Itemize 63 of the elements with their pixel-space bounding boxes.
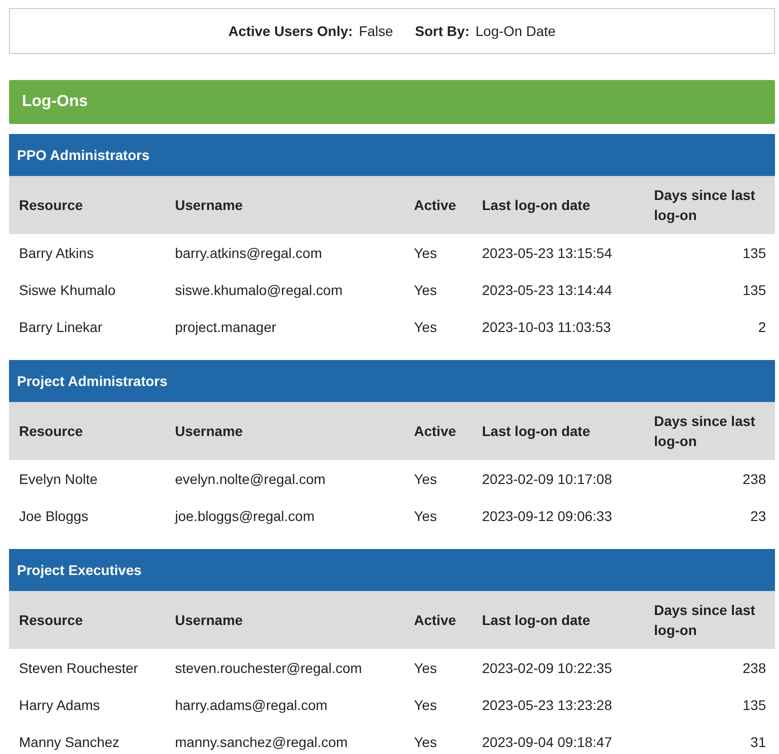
column-header: Username — [175, 422, 244, 441]
table-cell-text: project.manager — [175, 318, 278, 334]
table-cell-text: Yes — [414, 282, 438, 298]
table-cell-text: 135 — [742, 696, 766, 712]
table-cell-text: 2023-02-09 10:22:35 — [482, 660, 613, 676]
column-header: Resource — [19, 611, 84, 630]
table-cell-text: 2023-09-04 09:18:47 — [482, 734, 613, 750]
table-cell-text: Yes — [414, 696, 438, 712]
column-header: Active — [414, 422, 458, 441]
table-cell-text: 2 — [757, 318, 766, 334]
group-header: Project Executives — [9, 549, 775, 591]
table-cell-text: Steven Rouchester — [19, 660, 140, 676]
filter-value: Log-On Date — [476, 23, 556, 39]
table-cell-text: Yes — [414, 734, 438, 750]
column-header: Days since last log-on — [654, 412, 756, 451]
table-cell-text: siswe.khumalo@regal.com — [175, 282, 344, 298]
table-cell-text: Yes — [414, 470, 438, 486]
table-cell-text: evelyn.nolte@regal.com — [175, 470, 326, 486]
table-cell-text: 135 — [742, 244, 766, 260]
table-cell-text: 2023-10-03 11:03:53 — [482, 318, 612, 334]
column-header: Days since last log-on — [654, 601, 756, 640]
table-cell-text: Manny Sanchez — [19, 734, 120, 750]
table-cell-text: Evelyn Nolte — [19, 470, 99, 486]
table-cell-text: joe.bloggs@regal.com — [175, 508, 316, 524]
column-header: Active — [414, 611, 458, 630]
filter-value: False — [358, 23, 394, 39]
table-cell-text: 23 — [749, 508, 766, 524]
table-cell-text: steven.rouchester@regal.com — [175, 660, 363, 676]
filter-label: Active Users Only: — [228, 23, 353, 39]
table-cell-text: Harry Adams — [19, 696, 101, 712]
table-cell-text: Yes — [414, 508, 438, 524]
group-header: PPO Administrators — [9, 134, 775, 176]
table-cell-text: 2023-05-23 13:23:28 — [482, 696, 613, 712]
column-header: Last log-on date — [482, 422, 592, 441]
group-header: Project Administrators — [9, 360, 775, 402]
table-cell-text: 2023-02-09 10:17:08 — [482, 470, 613, 486]
table-cell-text: 31 — [749, 734, 766, 750]
table-cell-text: harry.adams@regal.com — [175, 696, 328, 712]
column-header: Username — [175, 196, 244, 215]
column-header: Username — [175, 611, 244, 630]
table-cell-text: Barry Atkins — [19, 244, 95, 260]
table-cell-text: Joe Bloggs — [19, 508, 90, 524]
table-cell-text: Siswe Khumalo — [19, 282, 116, 298]
table-cell-text: barry.atkins@regal.com — [175, 244, 323, 260]
table-cell-text: manny.sanchez@regal.com — [175, 734, 349, 750]
column-header: Resource — [19, 196, 84, 215]
table-cell-text: Yes — [414, 318, 438, 334]
table-cell-text: 238 — [742, 470, 766, 486]
filter-label: Sort By: — [415, 23, 470, 39]
table-cell-text: 2023-09-12 09:06:33 — [482, 508, 613, 524]
column-header: Active — [414, 196, 458, 215]
column-header: Last log-on date — [482, 196, 592, 215]
table-cell-text: 135 — [742, 282, 766, 298]
table-cell-text: 238 — [742, 660, 766, 676]
section-title: Log-Ons — [9, 80, 775, 124]
column-header: Resource — [19, 422, 84, 441]
table-cell-text: Yes — [414, 244, 438, 260]
table-cell-text: 2023-05-23 13:15:54 — [482, 244, 613, 260]
table-cell-text: 2023-05-23 13:14:44 — [482, 282, 613, 298]
table-cell-text: Yes — [414, 660, 438, 676]
table-cell-text: Barry Linekar — [19, 318, 104, 334]
column-header: Last log-on date — [482, 611, 592, 630]
column-header: Days since last log-on — [654, 186, 756, 225]
